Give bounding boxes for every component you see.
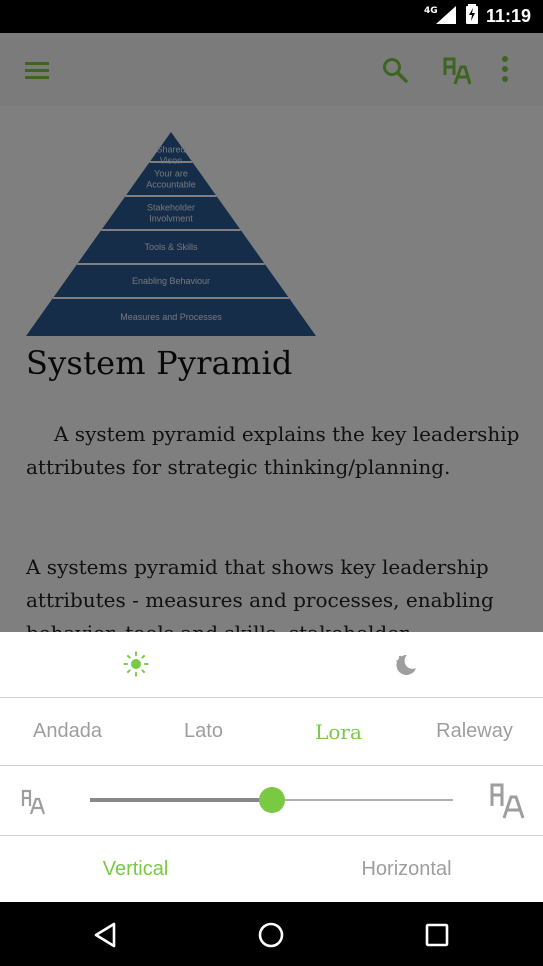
- recents-icon[interactable]: [425, 923, 449, 947]
- battery-icon: [465, 4, 478, 28]
- orientation-horizontal[interactable]: Horizontal: [271, 836, 542, 902]
- day-mode-button[interactable]: [110, 644, 162, 684]
- font-option-lato[interactable]: Lato: [136, 698, 271, 765]
- moon-icon: [396, 654, 416, 675]
- theme-row: [0, 632, 543, 698]
- back-icon[interactable]: [92, 921, 118, 949]
- font-size-large-icon[interactable]: [488, 780, 528, 820]
- slider-thumb[interactable]: [258, 787, 285, 813]
- orientation-row: Vertical Horizontal: [0, 836, 543, 902]
- reader-settings-sheet: Andada Lato Lora Raleway Vertical Horizo…: [0, 632, 543, 902]
- dim-overlay[interactable]: [0, 33, 543, 632]
- home-icon[interactable]: [257, 921, 285, 949]
- font-family-row: Andada Lato Lora Raleway: [0, 698, 543, 766]
- status-bar: 4G 11:19: [0, 0, 543, 33]
- sun-icon: [123, 651, 149, 677]
- night-mode-button[interactable]: [380, 644, 432, 684]
- navigation-bar: [0, 902, 543, 966]
- status-time: 11:19: [485, 5, 531, 26]
- orientation-vertical[interactable]: Vertical: [0, 836, 271, 902]
- slider-fill: [90, 798, 272, 802]
- font-size-small-icon[interactable]: [20, 786, 48, 816]
- network-type: 4G: [423, 6, 438, 16]
- status-icons: 4G 11:19: [424, 4, 531, 28]
- font-option-andada[interactable]: Andada: [0, 698, 135, 765]
- font-size-row: [0, 766, 543, 836]
- font-option-raleway[interactable]: Raleway: [407, 698, 542, 765]
- font-option-lora[interactable]: Lora: [271, 698, 406, 765]
- font-size-slider[interactable]: [90, 787, 453, 813]
- signal-icon: 4G: [424, 6, 458, 26]
